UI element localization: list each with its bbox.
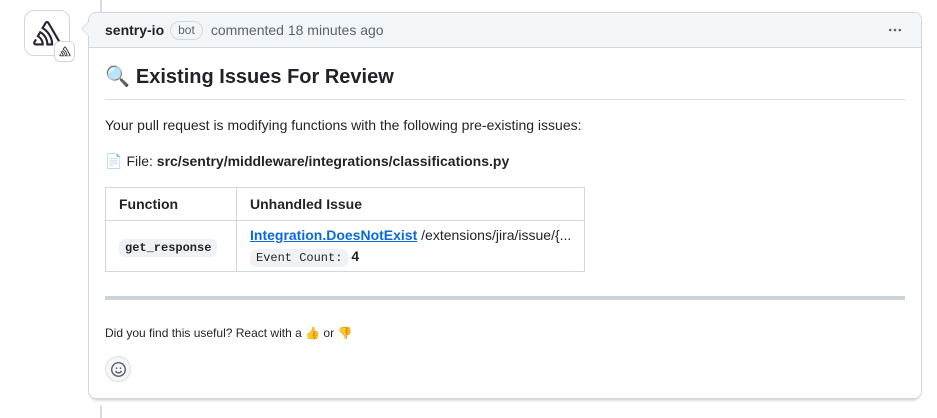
file-path: src/sentry/middleware/integrations/class… bbox=[157, 153, 509, 169]
event-count-value: 4 bbox=[351, 248, 359, 264]
comment-body: 🔍 Existing Issues For Review Your pull re… bbox=[89, 48, 921, 398]
issues-heading-text: Existing Issues For Review bbox=[136, 66, 394, 88]
comment-card: sentry-io bot commented 18 minutes ago 🔍… bbox=[88, 12, 922, 399]
sentry-logo-icon bbox=[59, 46, 71, 57]
table-row: get_response Integration.DoesNotExist /e… bbox=[106, 221, 585, 272]
file-line: 📄File: src/sentry/middleware/integration… bbox=[105, 152, 905, 172]
issue-line: Integration.DoesNotExist /extensions/jir… bbox=[250, 227, 571, 243]
issue-path: /extensions/jira/issue/{... bbox=[417, 227, 571, 243]
issue-link[interactable]: Integration.DoesNotExist bbox=[250, 227, 417, 243]
page-facing-up-icon: 📄 bbox=[105, 153, 122, 169]
thumbs-up-icon: 👍 bbox=[305, 326, 320, 340]
magnifying-glass-icon: 🔍 bbox=[105, 66, 130, 88]
intro-text: Your pull request is modifying functions… bbox=[105, 116, 905, 136]
table-header-row: Function Unhandled Issue bbox=[106, 188, 585, 221]
issues-heading: 🔍 Existing Issues For Review bbox=[105, 64, 905, 100]
author-name[interactable]: sentry-io bbox=[105, 22, 164, 38]
timeline-line-top bbox=[100, 0, 102, 12]
function-name: get_response bbox=[119, 239, 217, 257]
avatar-bot-badge bbox=[54, 41, 75, 62]
header-caret bbox=[74, 22, 88, 36]
kebab-menu-button[interactable] bbox=[885, 20, 905, 40]
timeline-line-bottom bbox=[100, 405, 102, 418]
add-reaction-button[interactable] bbox=[105, 356, 131, 382]
column-function: Function bbox=[106, 188, 237, 221]
event-count-line: Event Count:4 bbox=[250, 248, 571, 265]
kebab-horizontal-icon bbox=[887, 22, 903, 38]
issues-table: Function Unhandled Issue get_response In… bbox=[105, 187, 585, 272]
issue-cell: Integration.DoesNotExist /extensions/jir… bbox=[237, 221, 585, 272]
timestamp-link[interactable]: commented 18 minutes ago bbox=[211, 22, 384, 38]
footer-question: Did you find this useful? React with a bbox=[105, 326, 302, 340]
avatar[interactable] bbox=[24, 10, 70, 56]
bot-badge: bot bbox=[170, 21, 203, 40]
footer-note: Did you find this useful? React with a 👍… bbox=[105, 326, 905, 340]
column-unhandled-issue: Unhandled Issue bbox=[237, 188, 585, 221]
file-label: File: bbox=[126, 153, 156, 169]
event-count-label: Event Count: bbox=[250, 249, 348, 267]
pr-timeline: sentry-io bot commented 18 minutes ago 🔍… bbox=[0, 0, 937, 418]
comment-header: sentry-io bot commented 18 minutes ago bbox=[89, 13, 921, 48]
footer-or: or bbox=[323, 326, 334, 340]
function-cell: get_response bbox=[106, 221, 237, 272]
divider bbox=[105, 296, 905, 300]
thumbs-down-icon: 👎 bbox=[337, 326, 352, 340]
smiley-icon bbox=[111, 362, 126, 377]
